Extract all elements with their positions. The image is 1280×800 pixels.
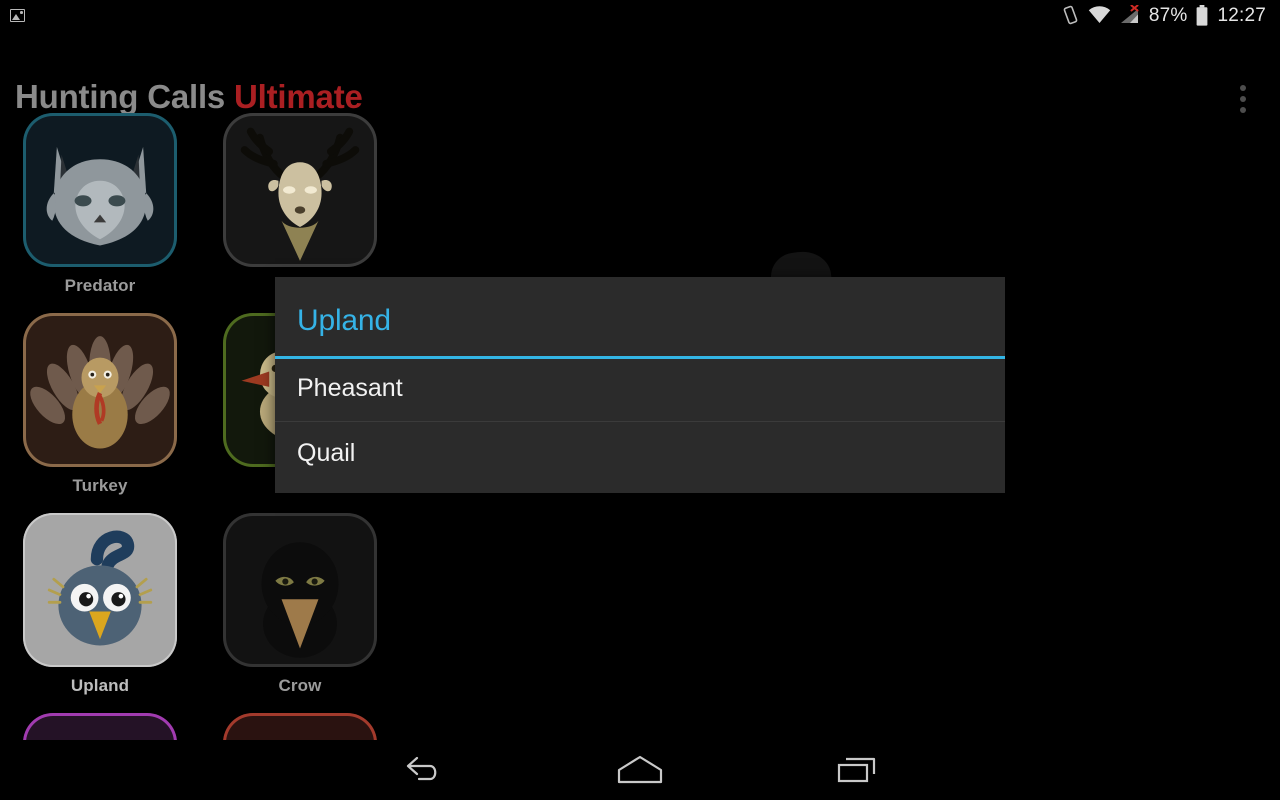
dialog-header: Upland (275, 277, 1005, 356)
dialog-item-quail[interactable]: Quail (275, 421, 1005, 486)
home-icon[interactable] (580, 740, 700, 800)
quail-icon (23, 513, 177, 667)
dialog-item-label: Quail (297, 439, 356, 467)
navigation-bar (0, 740, 1280, 800)
battery-icon (1197, 4, 1208, 26)
dialog-item-pheasant[interactable]: Pheasant (275, 356, 1005, 421)
grid-tile-label: Predator (64, 276, 136, 295)
grid-tile-label: Turkey (72, 476, 128, 495)
crow-head-icon (223, 513, 377, 667)
grid-tile-crow[interactable]: Crow (200, 513, 400, 696)
status-bar-system-icons: 87% 12:27 (1062, 4, 1266, 26)
dialog-item-label: Pheasant (297, 374, 403, 402)
grid-tile-upland[interactable]: Upland (0, 513, 200, 696)
grid-tile-predator[interactable]: Predator (0, 113, 200, 296)
wifi-icon (1088, 6, 1111, 23)
grid-tile-label: Upland (70, 676, 130, 695)
turkey-icon (23, 313, 177, 467)
category-selection-dialog: Upland Pheasant Quail (275, 277, 1005, 493)
dialog-title: Upland (297, 304, 391, 337)
status-bar-notifications (10, 8, 25, 22)
deer-head-icon (223, 113, 377, 267)
image-notification-icon (10, 8, 25, 22)
coyote-head-icon (23, 113, 177, 267)
status-bar: 87% 12:27 (0, 0, 1280, 30)
vibrate-icon (1063, 5, 1078, 25)
cellular-signal-icon (1120, 5, 1139, 23)
clock-label: 12:27 (1217, 4, 1266, 26)
recent-apps-icon[interactable] (797, 740, 917, 800)
signal-error-icon (1130, 5, 1139, 12)
overflow-dot (1240, 96, 1246, 102)
android-screen: 87% 12:27 Hunting Calls Ultimate Predato… (0, 0, 1280, 800)
grid-tile-deer[interactable]: Deer (200, 113, 400, 296)
grid-tile-turkey[interactable]: Turkey (0, 313, 200, 496)
back-arrow-icon[interactable] (363, 740, 483, 800)
overflow-dot (1240, 85, 1246, 91)
grid-tile-label: Crow (278, 676, 322, 695)
app-bar: Hunting Calls Ultimate (0, 30, 1280, 115)
battery-percent-label: 87% (1148, 4, 1188, 26)
